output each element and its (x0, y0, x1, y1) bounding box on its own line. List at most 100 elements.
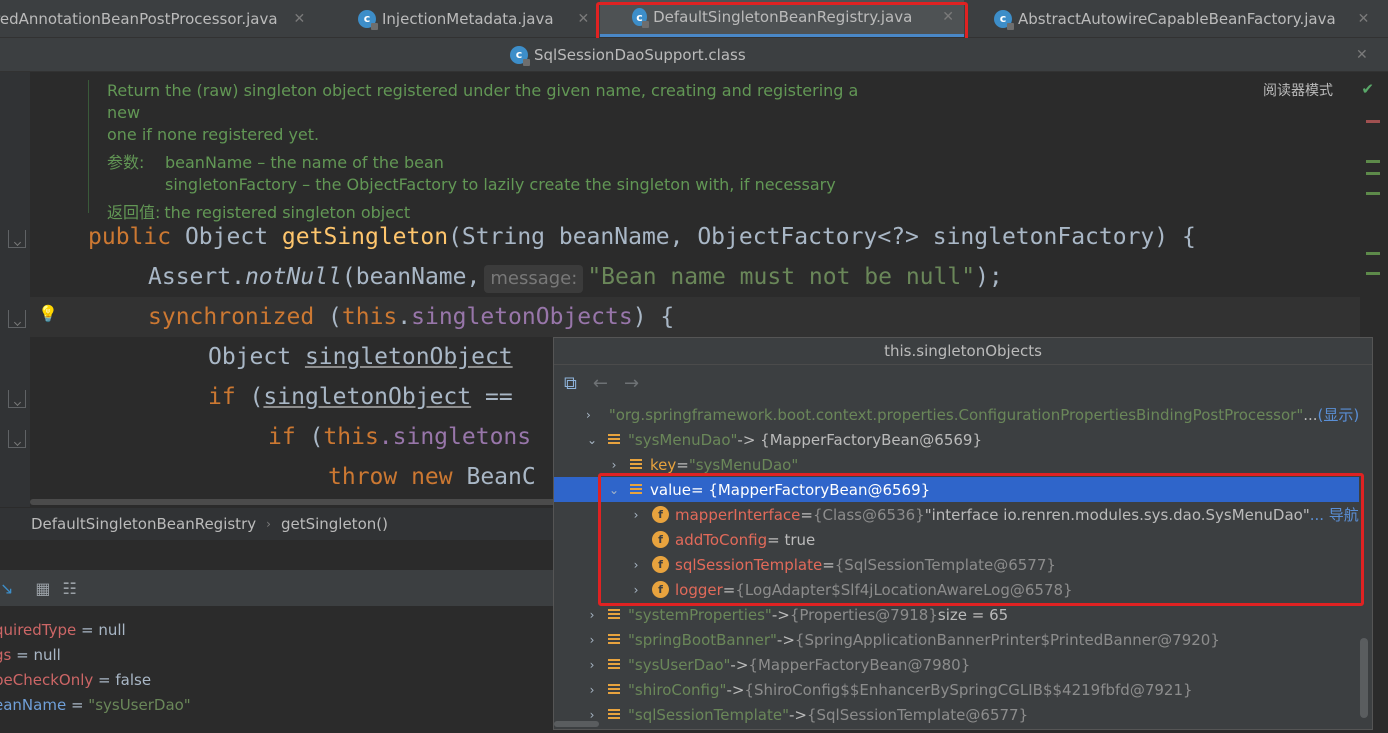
code-line: public Object getSingleton(String beanNa… (88, 224, 1196, 250)
tree-link[interactable]: ... 导航 (1310, 504, 1359, 525)
tree-key: "shiroConfig" (628, 680, 727, 699)
chevron-right-icon[interactable]: › (630, 508, 642, 522)
table-view-icon[interactable]: ▦ (35, 579, 50, 598)
tree-value: = true (767, 530, 816, 549)
fold-icon[interactable] (8, 310, 26, 328)
tree-type: {SqlSessionTemplate@6577} (806, 705, 1029, 724)
breadcrumb-item[interactable]: DefaultSingletonBeanRegistry (31, 515, 256, 533)
reader-mode-toggle[interactable]: 阅读器模式 (1263, 80, 1333, 100)
tree-row[interactable]: › "org.springframework.boot.context.prope… (554, 402, 1359, 427)
tab-default-singleton-bean-registry[interactable]: c DefaultSingletonBeanRegistry.java ✕ (600, 0, 964, 37)
back-arrow-icon[interactable]: ← (593, 373, 608, 394)
chevron-right-icon[interactable]: › (586, 408, 591, 422)
lightbulb-icon[interactable]: 💡 (38, 304, 58, 323)
editor-tab-bar-row2: c SqlSessionDaoSupport.class ✕ (0, 38, 1388, 72)
tab-injection-metadata[interactable]: c InjectionMetadata.java ✕ (358, 0, 589, 37)
chevron-down-icon[interactable]: ⌄ (608, 483, 620, 497)
tree-row[interactable]: › "shiroConfig" -> {ShiroConfig$$Enhancer… (554, 677, 1359, 702)
fold-icon[interactable] (8, 230, 26, 248)
tree-key: "org.springframework.boot.context.proper… (608, 405, 1304, 424)
code-line: if (singletonObject == (208, 384, 513, 410)
tree-value: -> (788, 705, 807, 724)
doc-param: singletonFactory – the ObjectFactory to … (165, 175, 836, 194)
tree-key: mapperInterface (675, 505, 801, 524)
tree-row[interactable]: › "sysUserDao" -> {MapperFactoryBean@7980… (554, 652, 1359, 677)
entry-icon (608, 633, 620, 646)
tree-row[interactable]: › f logger = {LogAdapter$Slf4jLocationAwar… (554, 577, 1359, 602)
tab-label: AbstractAutowireCapableBeanFactory.java (1018, 9, 1336, 28)
tree-row[interactable]: f addToConfig = true (554, 527, 1359, 552)
variables-panel: quiredType = null gs = null peCheckOnly … (0, 621, 560, 733)
code-line: throw new BeanC (328, 464, 536, 490)
tree-type: {SqlSessionTemplate@6577} (834, 555, 1056, 574)
chevron-right-icon[interactable]: › (586, 633, 598, 647)
tree-value: ... (1303, 405, 1318, 424)
fold-icon[interactable] (8, 390, 26, 408)
doc-line: one if none registered yet. (107, 125, 320, 144)
field-icon: f (652, 556, 669, 573)
close-icon[interactable]: ✕ (578, 11, 590, 27)
field-icon: f (652, 531, 669, 548)
check-icon: ✔ (1361, 80, 1374, 98)
variable-row[interactable]: quiredType = null (0, 618, 554, 643)
horizontal-scrollbar[interactable] (30, 499, 560, 505)
chevron-right-icon[interactable]: › (586, 708, 598, 722)
tree-key: key (650, 455, 677, 474)
debug-toolbar: ↘ ▦ ☷ (0, 570, 560, 606)
tree-row[interactable]: › "systemProperties" -> {Properties@7918}… (554, 602, 1359, 627)
horizontal-scrollbar[interactable] (554, 721, 599, 727)
doc-params-label: 参数: (107, 153, 145, 172)
javadoc-rendered: Return the (raw) singleton object regist… (88, 80, 868, 222)
chevron-right-icon[interactable]: › (630, 583, 642, 597)
close-icon[interactable]: ✕ (294, 11, 306, 27)
entry-icon (608, 683, 620, 696)
tree-row[interactable]: › key = "sysMenuDao" (554, 452, 1359, 477)
tab-autowired-annotation[interactable]: redAnnotationBeanPostProcessor.java ✕ (0, 0, 305, 37)
close-all-icon[interactable]: ✕ (1356, 38, 1368, 71)
variable-row[interactable]: peCheckOnly = false (0, 668, 554, 693)
tree-row[interactable]: › f mapperInterface = {Class@6536} "interf… (554, 502, 1359, 527)
tab-sql-session-dao-support[interactable]: c SqlSessionDaoSupport.class (510, 38, 746, 71)
scroll-marker (1366, 120, 1380, 123)
tree-link[interactable]: (显示) (1318, 404, 1360, 425)
entry-icon (630, 483, 642, 496)
chevron-right-icon[interactable]: › (586, 608, 598, 622)
vertical-scrollbar[interactable] (1360, 638, 1368, 718)
entry-icon (630, 458, 642, 471)
close-icon[interactable]: ✕ (1358, 11, 1370, 27)
tree-row[interactable]: › "springBootBanner" -> {SpringApplicatio… (554, 627, 1359, 652)
chevron-right-icon[interactable]: › (608, 458, 620, 472)
tree-key: "sysMenuDao" (628, 430, 738, 449)
tab-abstract-autowire[interactable]: c AbstractAutowireCapableBeanFactory.jav… (994, 0, 1369, 37)
step-into-icon[interactable]: ↘ (0, 579, 13, 598)
tree-row[interactable]: ⌄ value = {MapperFactoryBean@6569} (554, 477, 1359, 502)
settings-icon[interactable]: ☷ (63, 579, 77, 598)
close-icon[interactable]: ✕ (942, 9, 954, 25)
chevron-right-icon[interactable]: › (586, 658, 598, 672)
tree-key: "sysUserDao" (628, 655, 731, 674)
scroll-marker (1366, 252, 1380, 255)
scroll-marker (1366, 272, 1380, 275)
variable-row[interactable]: gs = null (0, 643, 554, 668)
chevron-right-icon[interactable]: › (630, 558, 642, 572)
expression-icon[interactable]: ⧉ (564, 373, 577, 394)
editor-tab-bar: redAnnotationBeanPostProcessor.java ✕ c … (0, 0, 1388, 38)
tree-row[interactable]: ⌄ "sysMenuDao" -> {MapperFactoryBean@6569… (554, 427, 1359, 452)
tab-label: redAnnotationBeanPostProcessor.java (0, 9, 278, 28)
chevron-right-icon[interactable]: › (586, 683, 598, 697)
tree-type: {MapperFactoryBean@7980} (748, 655, 971, 674)
tree-key: addToConfig (675, 530, 768, 549)
tree-row[interactable]: › f sqlSessionTemplate = {SqlSessionTempla… (554, 552, 1359, 577)
inspect-popup[interactable]: this.singletonObjects ⧉ ← → › "org.spring… (553, 337, 1373, 730)
fold-icon[interactable] (8, 430, 26, 448)
forward-arrow-icon[interactable]: → (624, 373, 639, 394)
tree-row[interactable]: › "sqlSessionTemplate" -> {SqlSessionTemp… (554, 702, 1359, 727)
tree-key: sqlSessionTemplate (675, 555, 823, 574)
field-icon: f (652, 581, 669, 598)
code-line: synchronized (this.singletonObjects) { (148, 304, 675, 330)
tree-value: -> {MapperFactoryBean@6569} (737, 430, 983, 449)
variable-row[interactable]: eanName = "sysUserDao" (0, 693, 554, 718)
parameter-hint: message: (484, 265, 584, 293)
chevron-down-icon[interactable]: ⌄ (586, 433, 598, 447)
breadcrumb-item[interactable]: getSingleton() (281, 515, 388, 533)
